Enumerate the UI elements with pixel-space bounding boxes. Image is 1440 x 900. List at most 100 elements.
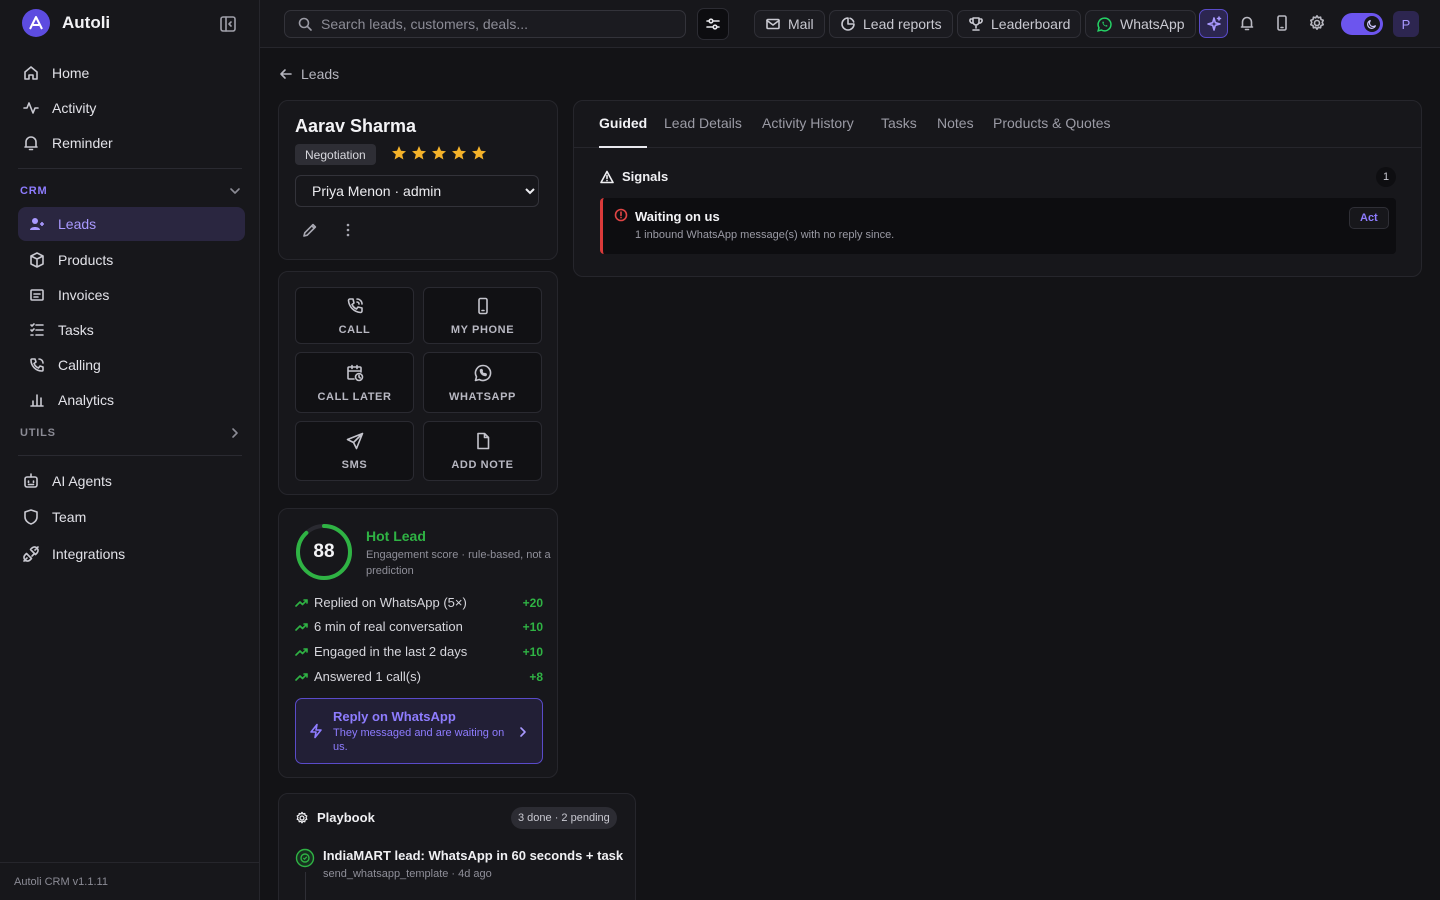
user-plus-icon (28, 215, 46, 233)
trending-up-icon (295, 670, 308, 683)
settings-gear-icon[interactable] (1306, 12, 1328, 34)
action-label: MY PHONE (450, 323, 515, 336)
sliders-icon (705, 16, 721, 32)
stage-badge[interactable]: Negotiation (295, 144, 376, 165)
tab-lead-details[interactable]: Lead Details (664, 115, 742, 148)
factor-points: +8 (529, 669, 543, 684)
score-subtitle: Engagement score · rule-based, not a pre… (366, 549, 551, 577)
playbook-header: Playbook (295, 810, 375, 825)
add-note-button[interactable]: ADD NOTE (423, 421, 542, 481)
whatsapp-action-button[interactable]: WHATSAPP (423, 352, 542, 413)
call-later-button[interactable]: CALL LATER (295, 352, 414, 413)
warning-triangle-icon (600, 170, 614, 184)
star-icon[interactable] (431, 145, 447, 161)
action-label: ADD NOTE (451, 459, 514, 471)
sidebar-item-products[interactable]: Products (18, 243, 245, 277)
score-title: Hot Lead (366, 528, 426, 544)
brand[interactable]: Autoli (22, 9, 110, 37)
trophy-icon (968, 16, 984, 32)
sidebar-item-label: AI Agents (52, 473, 112, 489)
sidebar-item-analytics[interactable]: Analytics (18, 383, 245, 417)
dark-mode-toggle[interactable] (1341, 13, 1383, 35)
star-icon[interactable] (411, 145, 427, 161)
trending-up-icon (295, 620, 308, 633)
trending-up-icon (295, 596, 308, 609)
autoli-logo-icon (22, 9, 50, 37)
sidebar-item-reminder[interactable]: Reminder (18, 126, 245, 160)
sidebar-item-invoices[interactable]: Invoices (18, 278, 245, 312)
back-to-leads-link[interactable]: Leads (279, 66, 339, 82)
pencil-icon[interactable] (301, 221, 319, 239)
moon-icon (1364, 16, 1380, 32)
sidebar-item-home[interactable]: Home (18, 56, 245, 90)
chevron-down-icon (228, 184, 242, 198)
call-button[interactable]: CALL (295, 287, 414, 344)
signals-title: Signals (622, 169, 669, 184)
star-icon[interactable] (471, 145, 487, 161)
star-icon[interactable] (391, 145, 407, 161)
tab-guided[interactable]: Guided (599, 115, 648, 148)
lead-reports-button[interactable]: Lead reports (829, 10, 953, 38)
more-vertical-icon[interactable] (339, 221, 357, 239)
crm-section-toggle[interactable]: CRM (20, 184, 242, 198)
act-button[interactable]: Act (1349, 207, 1389, 229)
score-factor: Replied on WhatsApp (5×) +20 (295, 595, 543, 610)
ai-assistant-button[interactable] (1199, 9, 1228, 38)
shield-icon (22, 508, 40, 526)
search-icon (297, 16, 313, 32)
mail-button[interactable]: Mail (754, 10, 825, 38)
brand-name: Autoli (62, 13, 111, 32)
smartphone-icon[interactable] (1271, 12, 1293, 34)
chevron-right-icon (228, 426, 242, 440)
factor-label: Replied on WhatsApp (5×) (314, 595, 467, 610)
quick-actions-card: CALL MY PHONE CALL LATER WHATSAPP SMS AD… (278, 271, 558, 495)
home-icon (22, 64, 40, 82)
tab-tasks[interactable]: Tasks (881, 115, 917, 148)
lead-reports-label: Lead reports (863, 16, 942, 32)
user-avatar[interactable]: P (1393, 11, 1419, 37)
list-check-icon (28, 321, 46, 339)
signal-item: Waiting on us 1 inbound WhatsApp message… (600, 198, 1396, 254)
breadcrumb-label: Leads (301, 66, 340, 82)
sidebar-item-leads[interactable]: Leads (18, 207, 245, 241)
whatsapp-label: WhatsApp (1120, 16, 1185, 32)
rating-stars[interactable] (391, 145, 487, 161)
search-input[interactable] (321, 16, 681, 32)
sidebar: Autoli Home Activity Reminder CRM Leads … (0, 0, 260, 900)
tab-activity-history[interactable]: Activity History (762, 115, 854, 148)
leaderboard-label: Leaderboard (991, 16, 1071, 32)
timeline-connector (305, 872, 306, 900)
utils-section-toggle[interactable]: UTILS (20, 426, 242, 440)
mail-icon (765, 16, 781, 32)
sms-button[interactable]: SMS (295, 421, 414, 481)
whatsapp-button[interactable]: WhatsApp (1085, 10, 1196, 38)
tab-products-quotes[interactable]: Products & Quotes (993, 115, 1111, 148)
sidebar-item-label: Leads (58, 216, 97, 232)
whatsapp-icon (1096, 16, 1113, 33)
notifications-icon[interactable] (1236, 12, 1258, 34)
box-icon (28, 251, 46, 269)
leaderboard-button[interactable]: Leaderboard (957, 10, 1082, 38)
my-phone-button[interactable]: MY PHONE (423, 287, 542, 344)
sidebar-item-integrations[interactable]: Integrations (18, 537, 245, 571)
sidebar-item-ai-agents[interactable]: AI Agents (18, 464, 245, 498)
sidebar-item-tasks[interactable]: Tasks (18, 313, 245, 347)
owner-select[interactable]: Priya Menon · admin (295, 175, 539, 207)
reply-whatsapp-cta[interactable]: Reply on WhatsApp They messaged and are … (295, 698, 543, 764)
sidebar-item-calling[interactable]: Calling (18, 348, 245, 382)
sidebar-item-team[interactable]: Team (18, 500, 245, 534)
bar-chart-icon (28, 391, 46, 409)
filter-button[interactable] (697, 8, 729, 40)
factor-points: +10 (522, 644, 543, 659)
signal-title: Waiting on us (635, 209, 720, 224)
search-bar[interactable] (284, 10, 686, 38)
engagement-score-card: 88 Hot Lead Engagement score · rule-base… (278, 508, 558, 778)
playbook-step-title[interactable]: IndiaMART lead: WhatsApp in 60 seconds +… (323, 848, 623, 863)
tab-notes[interactable]: Notes (937, 115, 974, 148)
phone-icon (28, 356, 46, 374)
alert-circle-icon (614, 208, 628, 222)
star-icon[interactable] (451, 145, 467, 161)
smartphone-icon (473, 296, 493, 316)
sidebar-item-activity[interactable]: Activity (18, 91, 245, 125)
collapse-sidebar-icon[interactable] (218, 14, 238, 34)
